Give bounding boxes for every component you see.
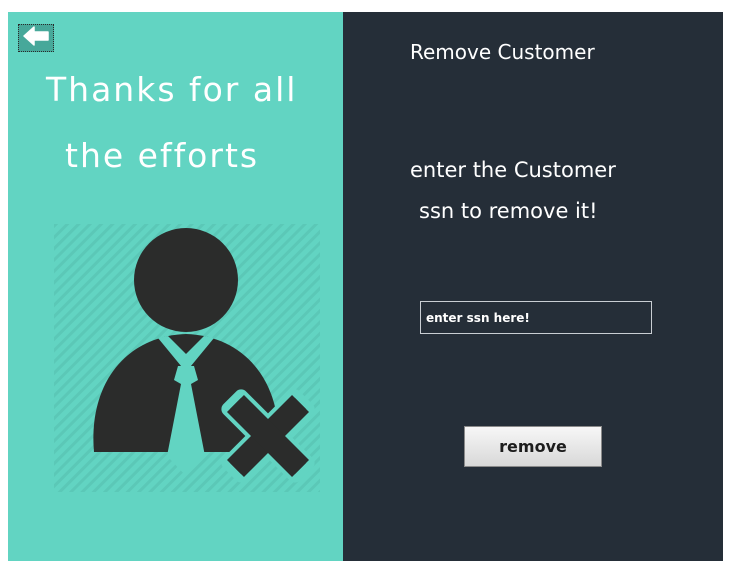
remove-user-icon	[54, 224, 320, 492]
left-panel: Thanks for all the efforts	[8, 12, 343, 561]
ssn-input[interactable]	[420, 301, 652, 334]
thanks-heading-line-2: the efforts	[65, 136, 260, 175]
arrow-left-icon	[23, 26, 49, 50]
thanks-heading-line-1: Thanks for all	[46, 70, 298, 109]
page-title: Remove Customer	[410, 40, 595, 64]
right-panel: Remove Customer enter the Customer ssn t…	[343, 12, 723, 561]
back-button[interactable]	[18, 24, 54, 52]
instruction-text-line-2: ssn to remove it!	[419, 199, 598, 223]
remove-button[interactable]: remove	[464, 426, 602, 467]
instruction-text-line-1: enter the Customer	[410, 158, 616, 182]
app-window: Thanks for all the efforts Remove Custom…	[8, 12, 723, 561]
